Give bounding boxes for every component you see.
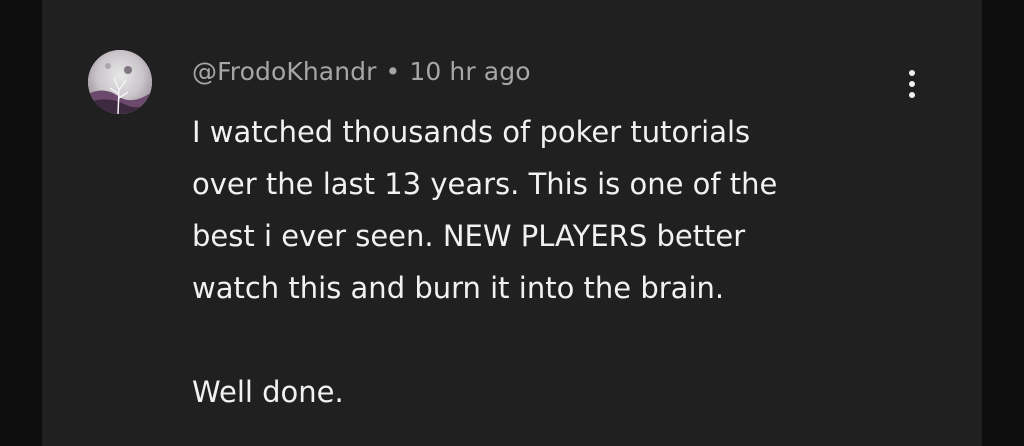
comment-timestamp[interactable]: 10 hr ago xyxy=(409,57,530,86)
comment-text-line: Well done. xyxy=(192,375,344,409)
more-vert-icon-dot xyxy=(909,92,915,98)
screen: @FrodoKhandr • 10 hr ago I watched thousan… xyxy=(0,0,1024,446)
more-vert-icon-dot xyxy=(909,70,915,76)
avatar-image xyxy=(88,50,152,114)
more-options-button[interactable] xyxy=(894,62,930,106)
comment-panel: @FrodoKhandr • 10 hr ago I watched thousan… xyxy=(42,0,982,446)
more-vert-icon-dot xyxy=(909,81,915,87)
comment-header: @FrodoKhandr • 10 hr ago xyxy=(192,57,531,86)
comment-text-line: best i ever seen. NEW PLAYERS better xyxy=(192,219,746,253)
avatar[interactable] xyxy=(88,50,152,114)
author-handle[interactable]: @FrodoKhandr xyxy=(192,57,377,86)
comment-thread-item: @FrodoKhandr • 10 hr ago I watched thousan… xyxy=(42,0,982,446)
comment-text-line: I watched thousands of poker tutorials xyxy=(192,115,751,149)
comment-text-line: watch this and burn it into the brain. xyxy=(192,271,725,305)
comment-text-line: over the last 13 years. This is one of t… xyxy=(192,167,778,201)
separator-dot: • xyxy=(385,57,401,86)
comment-text-line xyxy=(192,314,892,366)
comment-text: I watched thousands of poker tutorials o… xyxy=(192,106,892,418)
